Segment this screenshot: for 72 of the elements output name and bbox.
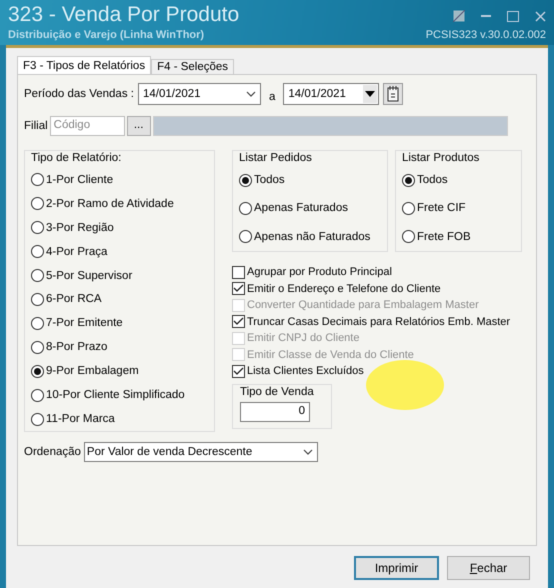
dialog-button[interactable]: Imprimir bbox=[354, 556, 439, 580]
code-field[interactable]: Código bbox=[50, 116, 125, 136]
maximize-icon[interactable] bbox=[507, 10, 519, 22]
checkbox-row[interactable]: Agrupar por Produto Principal bbox=[232, 264, 392, 280]
tab[interactable]: F3 - Tipos de Relatórios bbox=[17, 56, 152, 74]
radio-button[interactable] bbox=[31, 388, 44, 402]
date-to-field[interactable]: 14/01/2021 bbox=[283, 83, 380, 105]
radio-button[interactable] bbox=[31, 292, 44, 306]
dropdown-arrow-icon bbox=[365, 91, 376, 97]
period-label: Período das Vendas : bbox=[24, 88, 134, 100]
close-icon[interactable] bbox=[535, 10, 546, 22]
radio-label: 5-Por Supervisor bbox=[46, 270, 132, 282]
checkbox-row[interactable]: Emitir o Endereço e Telefone do Cliente bbox=[232, 280, 441, 297]
checkbox-row[interactable]: Lista Clientes Excluídos bbox=[232, 363, 364, 380]
window-subtitle: Distribuição e Varejo (Linha WinThor) bbox=[8, 29, 206, 41]
restore-icon[interactable] bbox=[453, 10, 465, 22]
separator-label: a bbox=[268, 90, 276, 103]
radio-label: Frete CIF bbox=[417, 202, 466, 214]
calendar-button[interactable] bbox=[383, 83, 404, 105]
radio-button[interactable] bbox=[31, 221, 44, 234]
radio-button[interactable] bbox=[31, 197, 44, 210]
radio-button[interactable] bbox=[31, 245, 44, 258]
radio-label: Apenas Faturados bbox=[254, 202, 348, 214]
window-title: 323 - Venda Por Produto bbox=[8, 3, 240, 27]
ordering-select[interactable]: Por Valor de venda Decrescente bbox=[84, 442, 318, 462]
tab[interactable]: F4 - Seleções bbox=[151, 59, 234, 74]
radio-button[interactable] bbox=[31, 269, 44, 282]
group-title: Tipo de Venda bbox=[240, 386, 315, 398]
browse-button[interactable]: ... bbox=[126, 116, 151, 136]
radio-label: Apenas não Faturados bbox=[254, 230, 370, 243]
radio-button[interactable] bbox=[402, 174, 415, 187]
radio-button[interactable] bbox=[402, 230, 415, 244]
version-label: PCSIS323 v.30.0.02.002 bbox=[426, 29, 546, 41]
radio-label: 8-Por Prazo bbox=[46, 341, 108, 354]
checkbox-row[interactable]: Truncar Casas Decimais para Relatórios Emb. Master bbox=[232, 314, 510, 330]
radio-label: 6-Por RCA bbox=[46, 293, 102, 306]
radio-label: Todos bbox=[254, 174, 285, 186]
radio-button[interactable] bbox=[31, 173, 44, 186]
sale-type-field[interactable]: 0 bbox=[240, 402, 310, 422]
checkbox[interactable] bbox=[232, 364, 245, 378]
radio-button[interactable] bbox=[31, 364, 44, 378]
ordering-label: Ordenação bbox=[24, 446, 81, 458]
calendar-icon bbox=[387, 86, 400, 102]
radio-label: 7-Por Emitente bbox=[46, 317, 123, 330]
group-title: Listar Produtos bbox=[402, 152, 480, 164]
radio-button[interactable] bbox=[31, 316, 44, 330]
radio-label: 3-Por Região bbox=[46, 222, 114, 234]
radio-label: 1-Por Cliente bbox=[46, 174, 114, 186]
radio-button[interactable] bbox=[239, 202, 252, 215]
radio-label: 11-Por Marca bbox=[46, 413, 115, 426]
group-title: Listar Pedidos bbox=[239, 152, 313, 164]
chevron-down-icon bbox=[246, 91, 256, 97]
group-title: Tipo de Relatório: bbox=[31, 152, 122, 164]
chevron-down-icon bbox=[302, 449, 313, 455]
radio-label: 2-Por Ramo de Atividade bbox=[46, 198, 174, 210]
minimize-icon[interactable] bbox=[481, 14, 491, 18]
checkbox[interactable] bbox=[232, 266, 245, 279]
radio-button[interactable] bbox=[239, 230, 252, 244]
checkbox[interactable] bbox=[232, 315, 245, 328]
radio-label: Frete FOB bbox=[417, 230, 471, 243]
radio-button[interactable] bbox=[31, 340, 44, 354]
radio-button[interactable] bbox=[31, 412, 44, 426]
radio-label: 4-Por Praça bbox=[46, 246, 108, 258]
radio-button[interactable] bbox=[239, 174, 252, 187]
radio-label: 10-Por Cliente Simplificado bbox=[46, 389, 185, 402]
checkbox[interactable] bbox=[232, 282, 245, 296]
radio-button[interactable] bbox=[402, 202, 415, 215]
dialog-button[interactable]: Fechar bbox=[447, 556, 530, 580]
date-from-field[interactable]: 14/01/2021 bbox=[138, 83, 261, 105]
radio-label: 9-Por Embalagem bbox=[46, 365, 139, 378]
filial-label: Filial bbox=[24, 120, 48, 132]
radio-label: Todos bbox=[417, 174, 448, 186]
